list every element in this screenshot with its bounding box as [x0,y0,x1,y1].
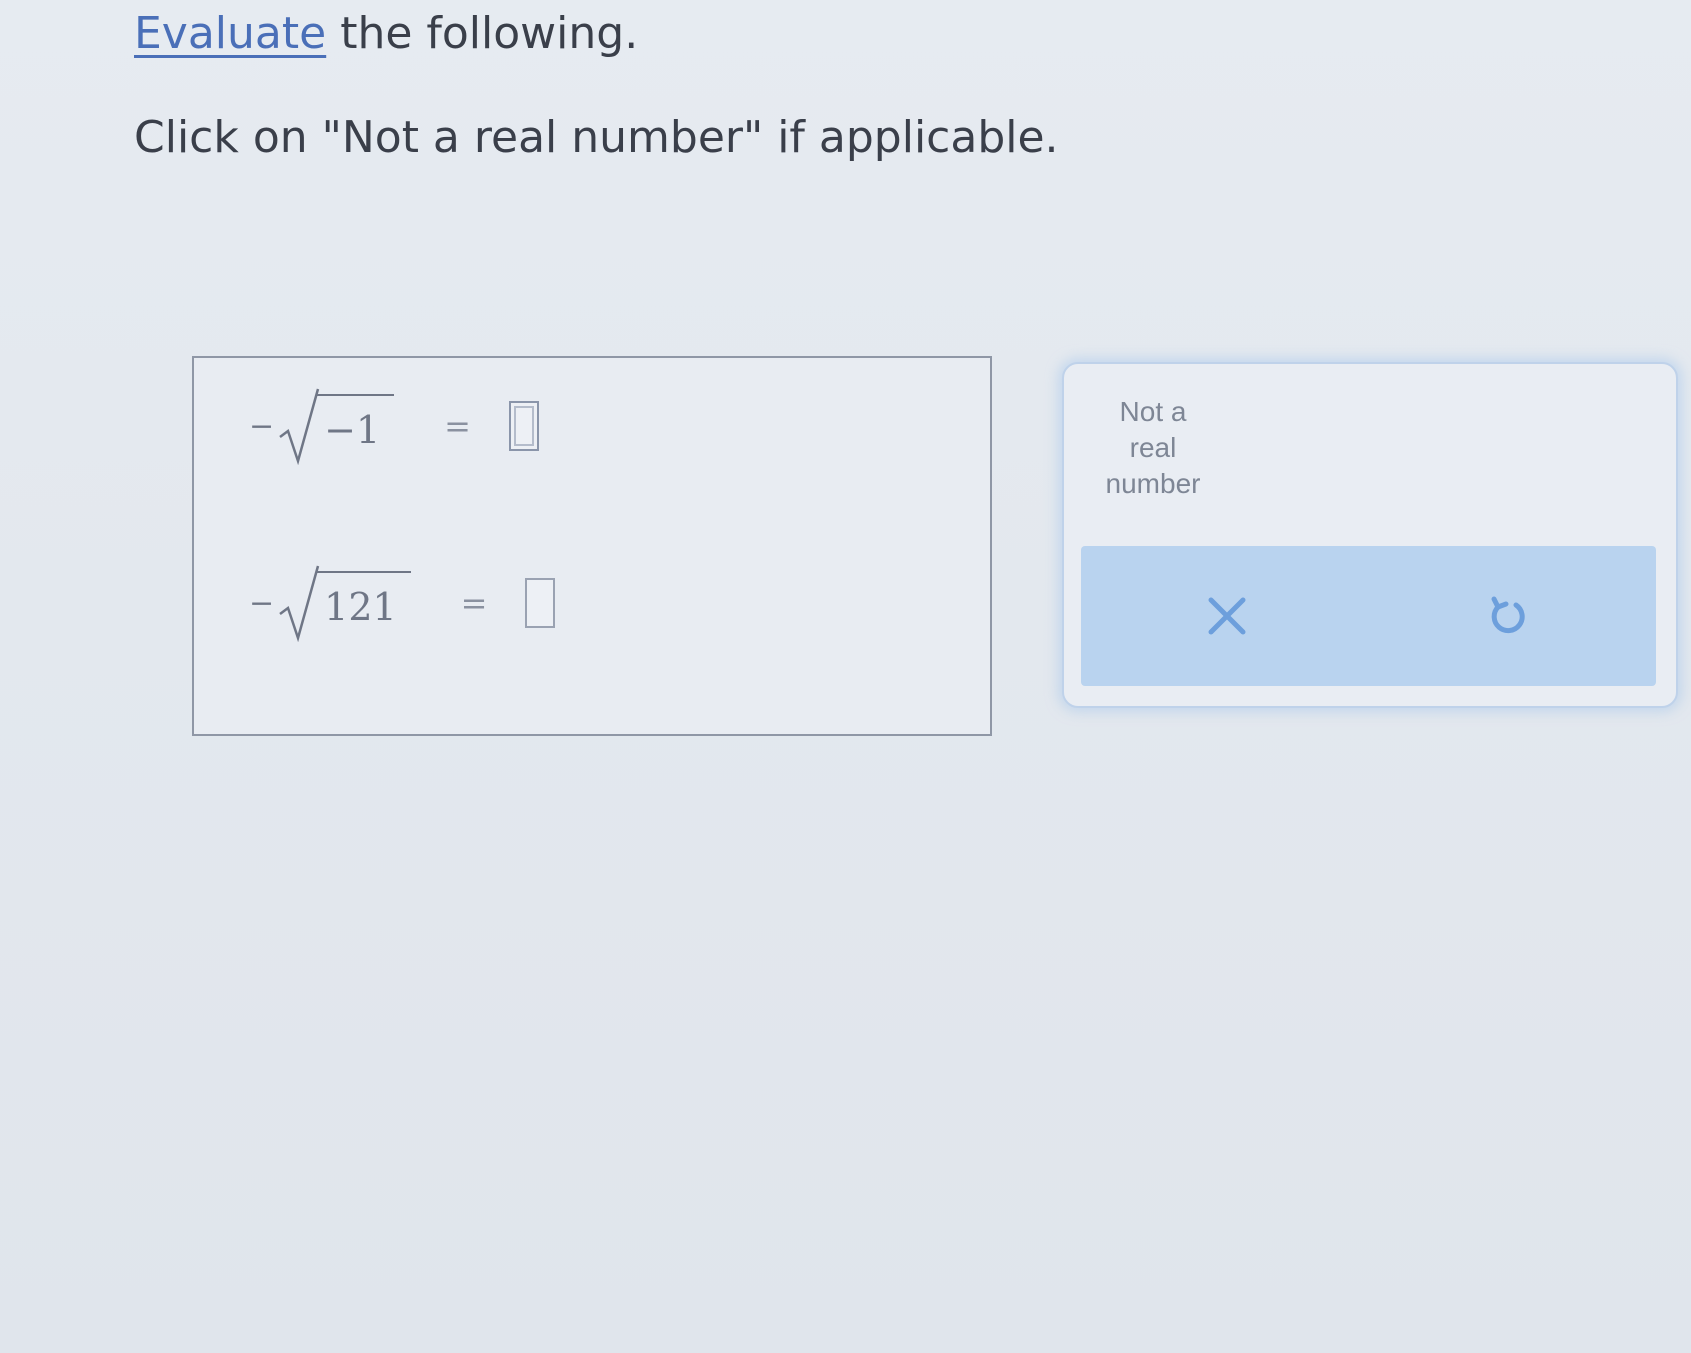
not-real-label-line-2: real [1129,432,1177,463]
answer-input-2[interactable] [525,578,556,628]
not-real-label-line-1: Not a [1119,396,1187,427]
instruction-line-1: Evaluate the following. [134,8,638,59]
x-icon [1208,597,1246,635]
problem-row-2: − 121 = [249,563,556,643]
not-a-real-number-button[interactable]: Not a real number [1088,394,1218,502]
equals-sign: = [460,584,488,622]
tools-panel: Not a real number [1062,362,1678,708]
clear-button[interactable] [1197,586,1257,646]
problem-row-1: − −1 = [249,386,539,466]
radicand: −1 [316,394,395,452]
question-panel: − −1 = − 121 = [192,356,992,736]
radical-sign-icon [279,565,320,642]
instruction-line-1-text: the following. [326,8,639,59]
equals-sign: = [444,407,471,445]
radicand: 121 [316,571,411,629]
instruction-line-2: Click on "Not a real number" if applicab… [134,112,1059,163]
action-bar [1081,546,1656,686]
negative-sign: − [249,585,275,621]
negative-sign: − [249,408,275,444]
radical-sign-icon [279,388,320,465]
answer-input-1[interactable] [508,401,539,451]
evaluate-link[interactable]: Evaluate [134,8,326,59]
undo-icon [1491,596,1525,634]
undo-button[interactable] [1477,586,1537,646]
not-real-label-line-3: number [1105,468,1201,499]
